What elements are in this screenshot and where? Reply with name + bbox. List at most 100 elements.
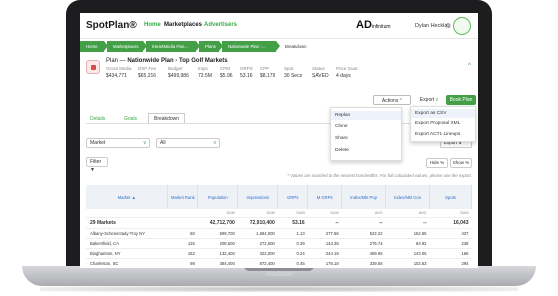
column-header[interactable]: Population: [197, 185, 239, 209]
table-cell: 0.24: [277, 248, 308, 259]
metric-label: Budget: [168, 66, 183, 71]
nav-advertisers[interactable]: Advertisers: [204, 22, 237, 28]
filter-button[interactable]: Filter ▼: [86, 157, 108, 173]
group-by-select[interactable]: Market v: [86, 138, 150, 148]
column-header[interactable]: Market Rank: [167, 185, 199, 209]
metric-value: $5.96: [220, 73, 233, 79]
table-cell: Albany-Schenectady-Troy NY: [86, 228, 168, 239]
table-cell: 1,694,000: [237, 228, 278, 239]
table-cell: 176.18: [307, 258, 342, 268]
menu-item-export-xml[interactable]: Export Proposal XML: [415, 121, 460, 126]
menu-item-delete[interactable]: Delete: [335, 148, 349, 153]
aggregate-cell: SUM: [307, 209, 342, 218]
total-row: 29 Markets 42,712,700 72,910,400 53.16 -…: [86, 217, 472, 229]
column-header[interactable]: Impressions: [237, 185, 279, 209]
breadcrumb-marketplaces[interactable]: Marketplaces: [107, 41, 147, 52]
menu-item-share[interactable]: Share: [335, 136, 348, 141]
table-cell: 872,400: [237, 258, 278, 268]
menu-item-export-csv[interactable]: Export as CSV: [411, 109, 475, 118]
macbook-label: MacBook: [265, 272, 293, 278]
table-row[interactable]: Bakersfield, CA 126 208,600 272,600 0.39…: [86, 238, 472, 249]
table-header-row: Market ▲ Market Rank Population Impressi…: [86, 185, 472, 209]
column-header[interactable]: GRPs: [277, 185, 309, 209]
table-cell: 0.45: [277, 258, 308, 268]
breadcrumb-breakdown: Breakdown: [279, 41, 319, 52]
breadcrumb-plans[interactable]: Plans: [199, 41, 223, 52]
table-cell: 152.65: [385, 228, 430, 239]
breadcrumb-home[interactable]: Home: [80, 41, 108, 52]
metric-value: SAVED: [312, 73, 329, 79]
table-cell: 277.66: [307, 228, 342, 239]
aggregate-cell: AVG: [385, 209, 430, 218]
aggregate-cell: SUM: [429, 209, 472, 218]
column-header[interactable]: M GRPs: [307, 185, 343, 209]
table-cell: 53.16: [277, 217, 308, 229]
avatar[interactable]: [453, 17, 471, 35]
metric-label: Gross Media: [106, 66, 132, 71]
table-cell: 469.95: [341, 248, 386, 259]
table-cell: --: [341, 217, 386, 229]
column-header[interactable]: Index/Mkt Pop: [341, 185, 387, 209]
aggregate-cell: SUM: [277, 209, 308, 218]
menu-item-replan[interactable]: Replan: [331, 111, 401, 120]
rounding-note: * Values are rounded to the nearest hund…: [287, 173, 472, 178]
table-cell: 384,400: [197, 258, 238, 268]
table-cell: 162: [167, 248, 198, 259]
scope-select[interactable]: All v: [156, 138, 220, 148]
aggregate-row: SUM SUM SUM SUM AVG AVG SUM: [86, 209, 472, 218]
show-percent-button[interactable]: Show %: [450, 158, 472, 168]
nav-home[interactable]: Home: [144, 22, 161, 28]
metric-value: $434,771: [106, 73, 127, 79]
table-cell: 166: [429, 248, 472, 259]
menu-item-export-act1[interactable]: Export ACT1 Lineups: [415, 132, 460, 137]
table-cell: 16,043: [429, 217, 472, 229]
table-cell: 72,910,400: [237, 217, 278, 229]
table-cell: Bakersfield, CA: [86, 238, 168, 249]
chevron-up-icon[interactable]: ^: [468, 63, 471, 69]
table-cell: 208,600: [197, 238, 238, 249]
column-header[interactable]: Market ▲: [86, 185, 169, 209]
tab-goals[interactable]: Goals: [124, 116, 137, 122]
table-cell: 599,700: [197, 228, 238, 239]
filter-icon: ▼: [90, 167, 95, 173]
table-cell: 98: [167, 258, 198, 268]
chevron-down-icon: v: [213, 140, 217, 146]
metric-value: 4 days: [336, 73, 351, 79]
metric-value: $499,986: [168, 73, 189, 79]
tab-details[interactable]: Details: [90, 116, 105, 122]
table-cell: Binghamton, NY: [86, 248, 168, 259]
table-cell: 522.22: [341, 228, 386, 239]
breadcrumb-plan[interactable]: Nationwide Plan -...: [222, 41, 280, 52]
actions-button[interactable]: Actions ^: [373, 95, 411, 105]
laptop-shadow: [40, 286, 518, 292]
plan-title: Plan — Nationwide Plan - Top Golf Market…: [106, 58, 228, 64]
spotplan-logo[interactable]: SpotPlan®: [86, 20, 137, 31]
menu-item-clone[interactable]: Clone: [335, 124, 348, 129]
export-menu: Export as CSV Export Proposal XML Export…: [410, 106, 476, 142]
table-cell: 102.63: [385, 258, 430, 268]
export-button[interactable]: Export v: [415, 95, 443, 105]
book-plan-button[interactable]: Book Plan: [446, 95, 476, 105]
metric-value: 30 Secs: [284, 73, 303, 79]
column-header[interactable]: Index/Mkt Con: [385, 185, 430, 209]
table-row[interactable]: Binghamton, NY 162 132,400 322,000 0.24 …: [86, 248, 472, 259]
table-cell: 1.13: [277, 228, 308, 239]
breadcrumb-marketplace[interactable]: iHeartMedia Five...: [146, 41, 200, 52]
gear-icon[interactable]: ⚙: [445, 22, 451, 30]
table-cell: 275.74: [341, 238, 386, 249]
actions-menu: Replan Clone Share Delete: [330, 107, 402, 161]
metric-label: CPM: [220, 66, 230, 71]
table-row[interactable]: Charleston, SC 98 384,400 872,400 0.45 1…: [86, 258, 472, 268]
column-header[interactable]: Spots: [429, 185, 472, 209]
table-cell: 437: [429, 228, 472, 239]
nav-marketplaces[interactable]: Marketplaces: [164, 22, 202, 28]
hide-percent-button[interactable]: Hide %: [426, 158, 448, 168]
table-row[interactable]: Albany-Schenectady-Troy NY 60 599,700 1,…: [86, 228, 472, 239]
table-cell: [167, 217, 198, 229]
metric-value: $8,179: [260, 73, 276, 79]
aggregate-cell: [167, 209, 198, 218]
metric-value: $65,216: [138, 73, 157, 79]
top-nav: SpotPlan® Home Marketplaces Advertisers …: [80, 13, 478, 39]
aggregate-cell: AVG: [341, 209, 386, 218]
table-cell: 29 Markets: [86, 217, 168, 229]
